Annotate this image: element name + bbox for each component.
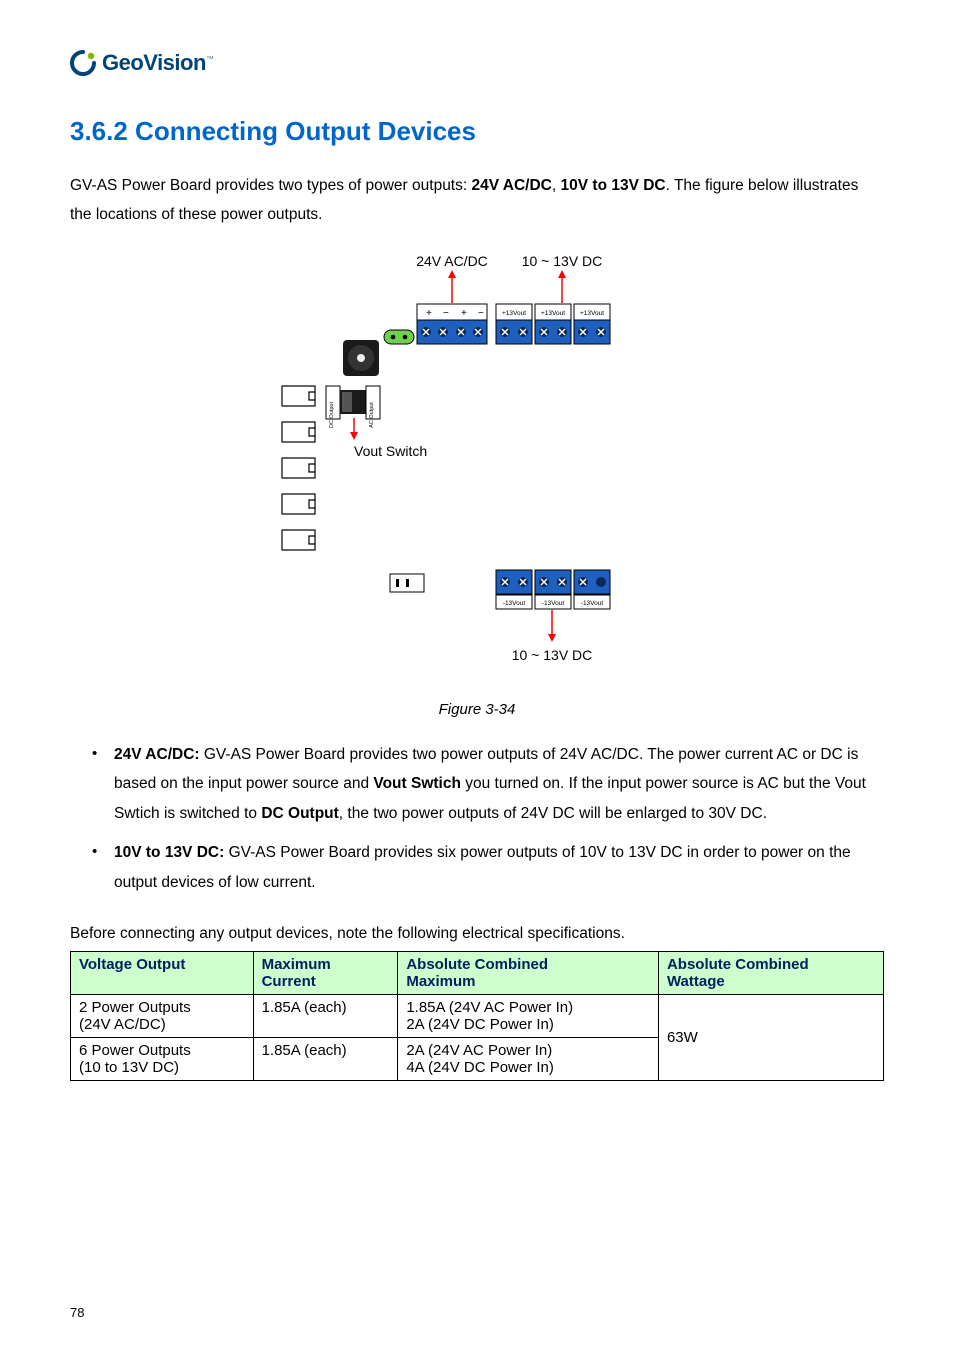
th-absmax: Absolute CombinedMaximum [398, 951, 659, 994]
section-heading: 3.6.2 Connecting Output Devices [70, 116, 884, 147]
svg-text:−: − [443, 308, 449, 319]
svg-text:+13Vout: +13Vout [541, 310, 565, 317]
figure-diagram: 24V AC/DC 10 ~ 13V DC + − + − +13Vout +1… [70, 252, 884, 687]
list-item: 24V AC/DC: GV-AS Power Board provides tw… [92, 740, 884, 828]
page-number: 78 [70, 1305, 84, 1320]
svg-text:10 ~ 13V DC: 10 ~ 13V DC [522, 253, 603, 269]
logo-icon [70, 50, 96, 76]
svg-text:+: + [426, 308, 432, 319]
intro-paragraph: GV-AS Power Board provides two types of … [70, 171, 884, 230]
table-row: 2 Power Outputs(24V AC/DC) 1.85A (each) … [71, 994, 884, 1037]
th-voltage: Voltage Output [71, 951, 254, 994]
electrical-spec-table: Voltage Output MaximumCurrent Absolute C… [70, 951, 884, 1081]
bullet-list: 24V AC/DC: GV-AS Power Board provides tw… [70, 740, 884, 897]
svg-text:DC Output: DC Output [329, 401, 335, 427]
svg-text:Vout Switch: Vout Switch [354, 443, 427, 459]
svg-text:24V AC/DC: 24V AC/DC [416, 253, 488, 269]
svg-text:−: − [478, 308, 484, 319]
svg-text:+13Vout: +13Vout [502, 310, 526, 317]
table-intro: Before connecting any output devices, no… [70, 919, 884, 948]
svg-text:10 ~ 13V DC: 10 ~ 13V DC [512, 647, 593, 663]
svg-text:+: + [461, 308, 467, 319]
svg-text:+13Vout: +13Vout [580, 310, 604, 317]
svg-text:-13Vout: -13Vout [503, 600, 526, 607]
svg-text:-13Vout: -13Vout [542, 600, 565, 607]
figure-caption: Figure 3-34 [70, 701, 884, 718]
svg-text:AC Output: AC Output [369, 402, 375, 428]
list-item: 10V to 13V DC: GV-AS Power Board provide… [92, 838, 884, 897]
th-watt: Absolute CombinedWattage [658, 951, 883, 994]
logo-text: GeoVision™ [102, 50, 213, 76]
th-maxcur: MaximumCurrent [253, 951, 398, 994]
svg-text:-13Vout: -13Vout [581, 600, 604, 607]
logo: GeoVision™ [70, 50, 884, 76]
